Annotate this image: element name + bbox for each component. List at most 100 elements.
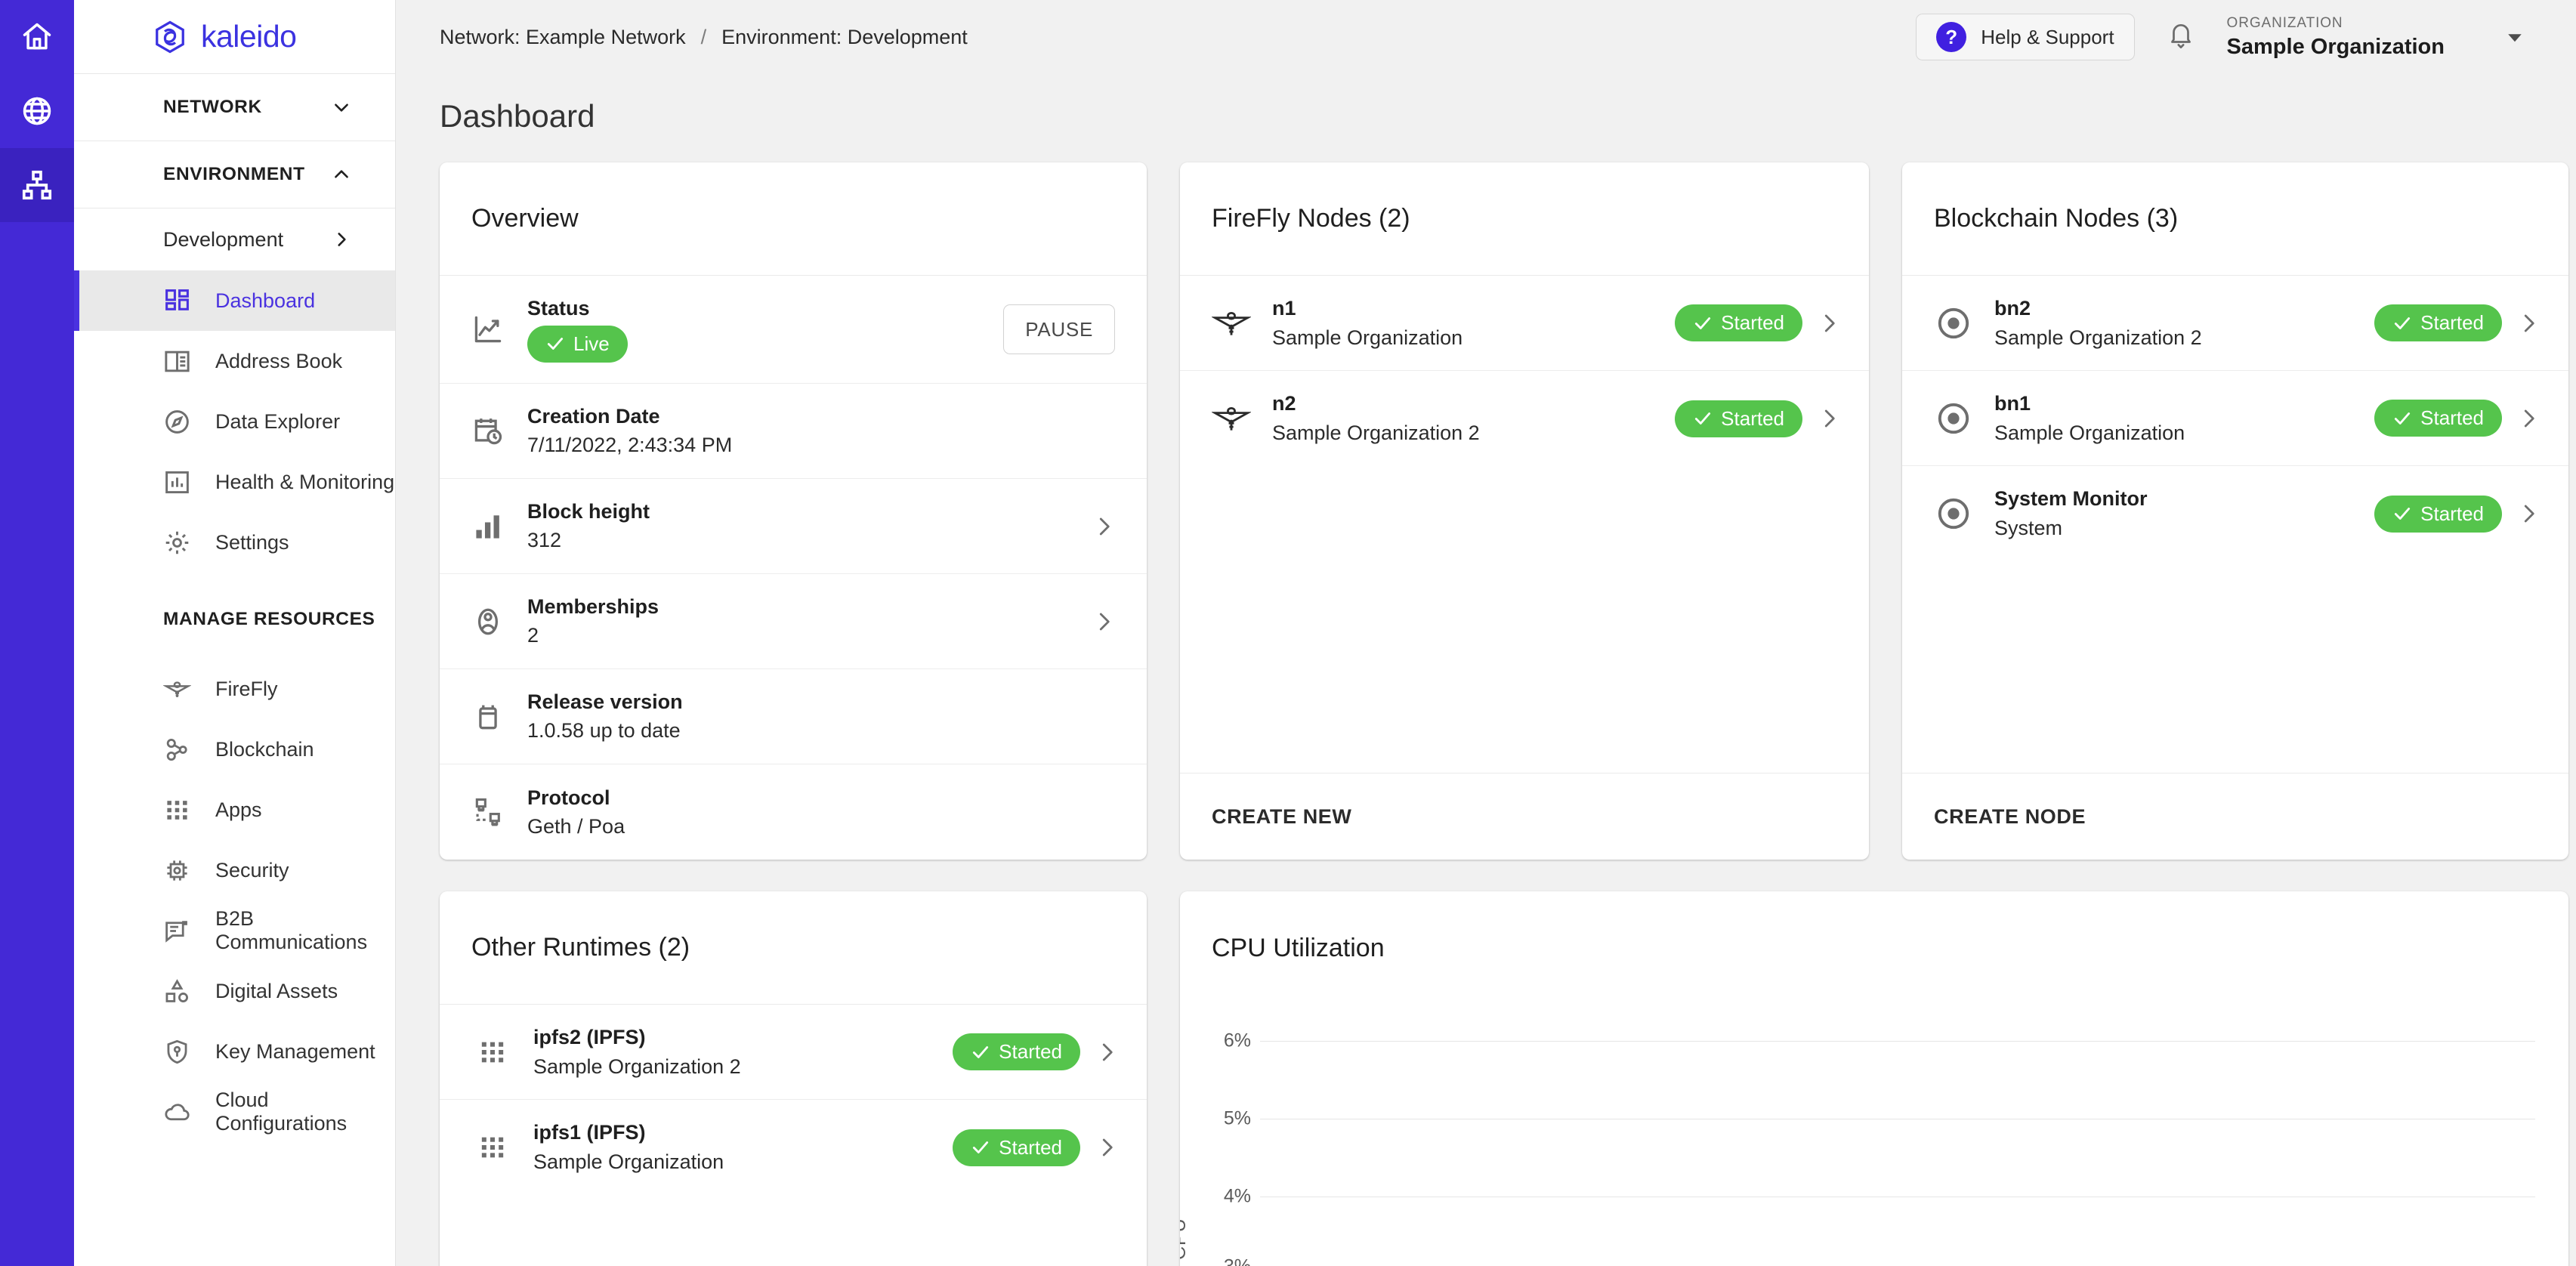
- sidebar-item-apps[interactable]: Apps: [74, 780, 395, 840]
- chart-y-axis-label: CPU: [1180, 1218, 1190, 1260]
- rail-item-networks[interactable]: [0, 74, 74, 148]
- sidebar-item-settings[interactable]: Settings: [74, 512, 395, 573]
- question-mark-icon: ?: [1936, 22, 1967, 52]
- topbar: Network: Example Network / Environment: …: [396, 0, 2576, 74]
- runtime-org: Sample Organization 2: [533, 1054, 741, 1078]
- sidebar-section-network[interactable]: NETWORK: [74, 74, 395, 141]
- sidebar-item-firefly-label: FireFly: [215, 677, 278, 700]
- overview-row-block-height[interactable]: Block height 312: [440, 479, 1147, 574]
- rail-item-home[interactable]: [0, 0, 74, 74]
- shapes-icon: [163, 977, 191, 1005]
- table-row[interactable]: n1 Sample Organization Started: [1180, 276, 1869, 371]
- apps-grid-icon: [163, 796, 191, 824]
- blockchain-icon: [163, 736, 191, 764]
- firefly-icon: [1210, 304, 1252, 343]
- runtime-org: Sample Organization: [533, 1150, 724, 1173]
- node-org: Sample Organization 2: [1994, 326, 2202, 349]
- check-icon: [1693, 313, 1713, 333]
- breadcrumb-network[interactable]: Network: Example Network: [440, 26, 686, 49]
- sidebar-item-address-book-label: Address Book: [215, 349, 343, 372]
- status-badge: Started: [2374, 495, 2502, 533]
- sidebar-item-blockchain-label: Blockchain: [215, 737, 314, 761]
- sidebar-item-development[interactable]: Development: [74, 208, 395, 270]
- table-row[interactable]: System Monitor System Started: [1902, 466, 2568, 561]
- icon-rail: [0, 0, 74, 1266]
- status-badge: Started: [953, 1129, 1080, 1166]
- overview-row-memberships[interactable]: Memberships 2: [440, 574, 1147, 669]
- chevron-right-icon[interactable]: [1818, 407, 1840, 430]
- brand[interactable]: kaleido: [74, 0, 395, 74]
- secure-message-icon: [163, 917, 191, 945]
- person-pin-icon: [471, 605, 505, 638]
- chevron-right-icon[interactable]: [2517, 407, 2540, 430]
- status-badge-label: Started: [2420, 406, 2484, 429]
- cpu-utilization-card-title: CPU Utilization: [1212, 933, 1385, 962]
- overview-card: Overview Status Live PAUSE Creation Date…: [440, 162, 1147, 860]
- sidebar-item-cloud-configurations[interactable]: Cloud Configurations: [74, 1082, 395, 1142]
- chevron-right-icon[interactable]: [1095, 1041, 1118, 1064]
- overview-card-title: Overview: [440, 162, 1147, 276]
- pause-button[interactable]: PAUSE: [1003, 304, 1115, 354]
- sidebar-item-firefly[interactable]: FireFly: [74, 659, 395, 719]
- bars-icon: [471, 510, 505, 543]
- rail-item-environments[interactable]: [0, 148, 74, 222]
- sidebar-item-b2b-communications[interactable]: B2B Communications: [74, 900, 395, 961]
- cloud-icon: [163, 1098, 191, 1126]
- table-row[interactable]: n2 Sample Organization 2 Started: [1180, 371, 1869, 466]
- y-tick-label: 3%: [1210, 1256, 1251, 1266]
- status-badge: Started: [1675, 304, 1802, 341]
- sidebar-item-blockchain[interactable]: Blockchain: [74, 719, 395, 780]
- sidebar-item-dashboard[interactable]: Dashboard: [74, 270, 395, 331]
- organization-selector[interactable]: ORGANIZATION Sample Organization: [2227, 15, 2445, 60]
- y-tick-label: 4%: [1223, 1185, 1251, 1207]
- runtime-name: ipfs2 (IPFS): [533, 1025, 646, 1048]
- overview-creation-date-value: 7/11/2022, 2:43:34 PM: [527, 434, 733, 456]
- chevron-right-icon[interactable]: [1092, 610, 1115, 633]
- sidebar-item-data-explorer[interactable]: Data Explorer: [74, 391, 395, 452]
- sidebar-section-environment[interactable]: ENVIRONMENT: [74, 141, 395, 208]
- sidebar-item-key-management-label: Key Management: [215, 1039, 375, 1063]
- chevron-right-icon[interactable]: [2517, 502, 2540, 525]
- create-new-button[interactable]: CREATE NEW: [1212, 805, 1352, 829]
- help-and-support-button[interactable]: ? Help & Support: [1916, 14, 2135, 60]
- chart-plot-area: CPU 6% 5% 4% 3%: [1180, 1015, 2535, 1266]
- sidebar: kaleido NETWORK ENVIRONMENT Development …: [74, 0, 396, 1266]
- protocol-icon: [471, 795, 505, 829]
- table-row[interactable]: ipfs2 (IPFS) Sample Organization 2 Start…: [440, 1005, 1147, 1100]
- sidebar-item-key-management[interactable]: Key Management: [74, 1021, 395, 1082]
- status-badge-label: Live: [573, 332, 610, 355]
- sidebar-item-address-book[interactable]: Address Book: [74, 331, 395, 391]
- globe-icon: [20, 94, 54, 128]
- status-badge-label: Started: [2420, 311, 2484, 334]
- chevron-right-icon[interactable]: [1092, 515, 1115, 538]
- overview-protocol-value: Geth / Poa: [527, 814, 625, 838]
- node-name: n1: [1272, 296, 1296, 320]
- check-icon: [971, 1138, 990, 1157]
- firefly-nodes-card-footer: CREATE NEW: [1180, 773, 1869, 860]
- chevron-right-icon[interactable]: [1095, 1136, 1118, 1159]
- table-row[interactable]: bn2 Sample Organization 2 Started: [1902, 276, 2568, 371]
- status-badge: Started: [953, 1033, 1080, 1070]
- sidebar-item-digital-assets-label: Digital Assets: [215, 979, 338, 1002]
- table-row[interactable]: ipfs1 (IPFS) Sample Organization Started: [440, 1100, 1147, 1195]
- sidebar-group-manage-resources: MANAGE RESOURCES: [163, 609, 375, 629]
- firefly-nodes-card: FireFly Nodes (2) n1 Sample Organization: [1180, 162, 1869, 860]
- chevron-right-icon[interactable]: [2517, 312, 2540, 335]
- organization-name: Sample Organization: [2226, 34, 2445, 59]
- chevron-down-icon[interactable]: [2503, 26, 2526, 48]
- y-tick-label: 5%: [1223, 1107, 1251, 1129]
- chevron-right-icon[interactable]: [1818, 312, 1840, 335]
- blockchain-nodes-card: Blockchain Nodes (3) bn2 Sample Organiza…: [1902, 162, 2568, 860]
- sidebar-item-security[interactable]: Security: [74, 840, 395, 900]
- cpu-utilization-chart: CPU 6% 5% 4% 3%: [1180, 1005, 2568, 1266]
- overview-release-version-value: 1.0.58 up to date: [527, 719, 681, 742]
- notifications-bell-icon[interactable]: [2167, 20, 2195, 54]
- sidebar-item-health-monitoring[interactable]: Health & Monitoring: [74, 452, 395, 512]
- create-node-button[interactable]: CREATE NODE: [1934, 805, 2086, 829]
- breadcrumb-environment[interactable]: Environment: Development: [721, 26, 968, 49]
- chip-icon: [163, 857, 191, 885]
- gear-icon: [163, 529, 191, 557]
- apps-grid-icon: [477, 1132, 508, 1163]
- table-row[interactable]: bn1 Sample Organization Started: [1902, 371, 2568, 466]
- sidebar-item-digital-assets[interactable]: Digital Assets: [74, 961, 395, 1021]
